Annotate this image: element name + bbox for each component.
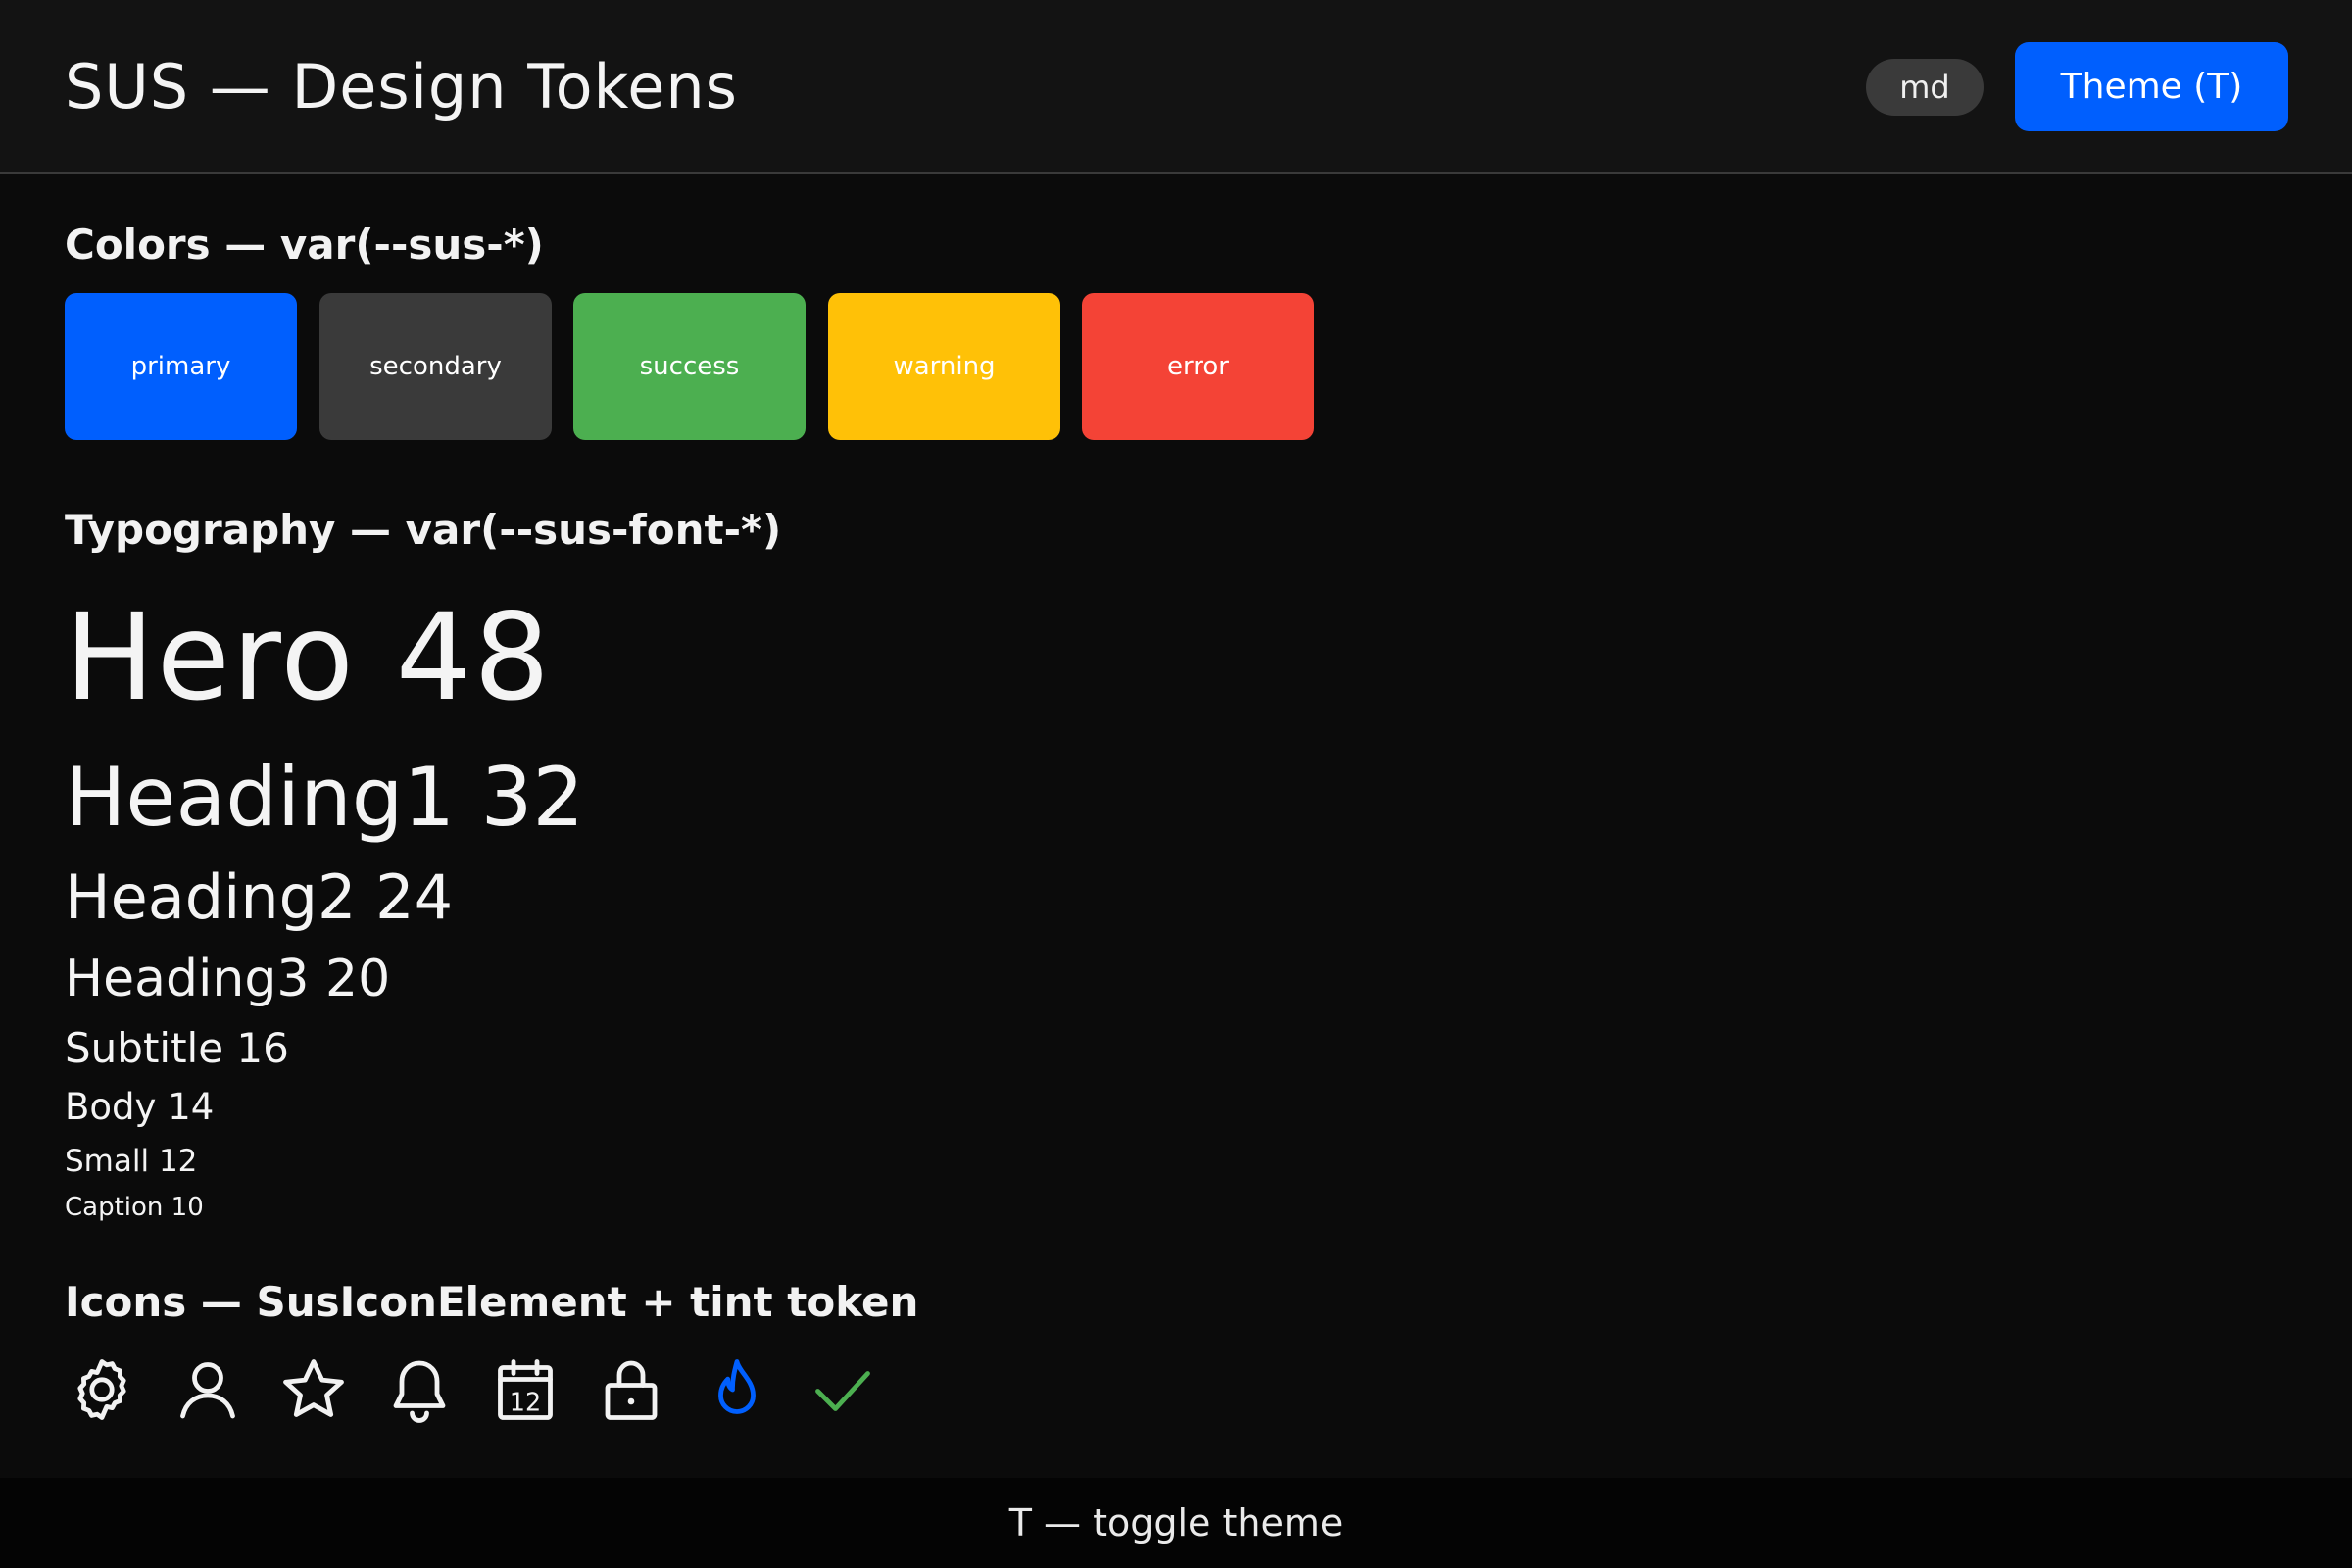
keyboard-hint: T — toggle theme xyxy=(1008,1501,1344,1544)
checkmark-icon xyxy=(806,1350,880,1429)
type-sample-heading3: Heading3 20 xyxy=(65,950,391,1008)
swatch-secondary: secondary xyxy=(319,293,552,440)
design-tokens-app: SUS — Design Tokens md Theme (T) Colors … xyxy=(0,0,2352,1568)
size-chip[interactable]: md xyxy=(1866,59,1984,116)
swatch-warning: warning xyxy=(828,293,1060,440)
swatch-primary: primary xyxy=(65,293,297,440)
footer: T — toggle theme xyxy=(0,1478,2352,1568)
type-sample-heading1: Heading1 32 xyxy=(65,750,585,845)
bell-icon xyxy=(382,1350,457,1429)
swatch-success: success xyxy=(573,293,806,440)
type-sample-caption: Caption 10 xyxy=(65,1193,204,1222)
header: SUS — Design Tokens md Theme (T) xyxy=(0,0,2352,174)
page-title: SUS — Design Tokens xyxy=(65,51,738,122)
lock-icon xyxy=(594,1350,668,1429)
typography-section-title: Typography — var(--sus-font-*) xyxy=(65,506,782,554)
type-sample-hero: Hero 48 xyxy=(65,588,552,727)
gear-icon xyxy=(65,1350,139,1429)
type-sample-body: Body 14 xyxy=(65,1086,215,1128)
type-sample-small: Small 12 xyxy=(65,1144,198,1179)
type-sample-heading2: Heading2 24 xyxy=(65,861,454,933)
icons-section-title: Icons — SusIconElement + tint token xyxy=(65,1278,919,1326)
theme-toggle-button[interactable]: Theme (T) xyxy=(2015,42,2288,131)
star-icon xyxy=(276,1350,351,1429)
flame-icon xyxy=(700,1350,774,1429)
user-icon xyxy=(171,1350,245,1429)
swatch-error: error xyxy=(1082,293,1314,440)
svg-text:12: 12 xyxy=(510,1389,541,1418)
calendar-icon: 12 xyxy=(488,1350,563,1429)
colors-section-title: Colors — var(--sus-*) xyxy=(65,220,544,269)
type-sample-subtitle: Subtitle 16 xyxy=(65,1024,289,1072)
